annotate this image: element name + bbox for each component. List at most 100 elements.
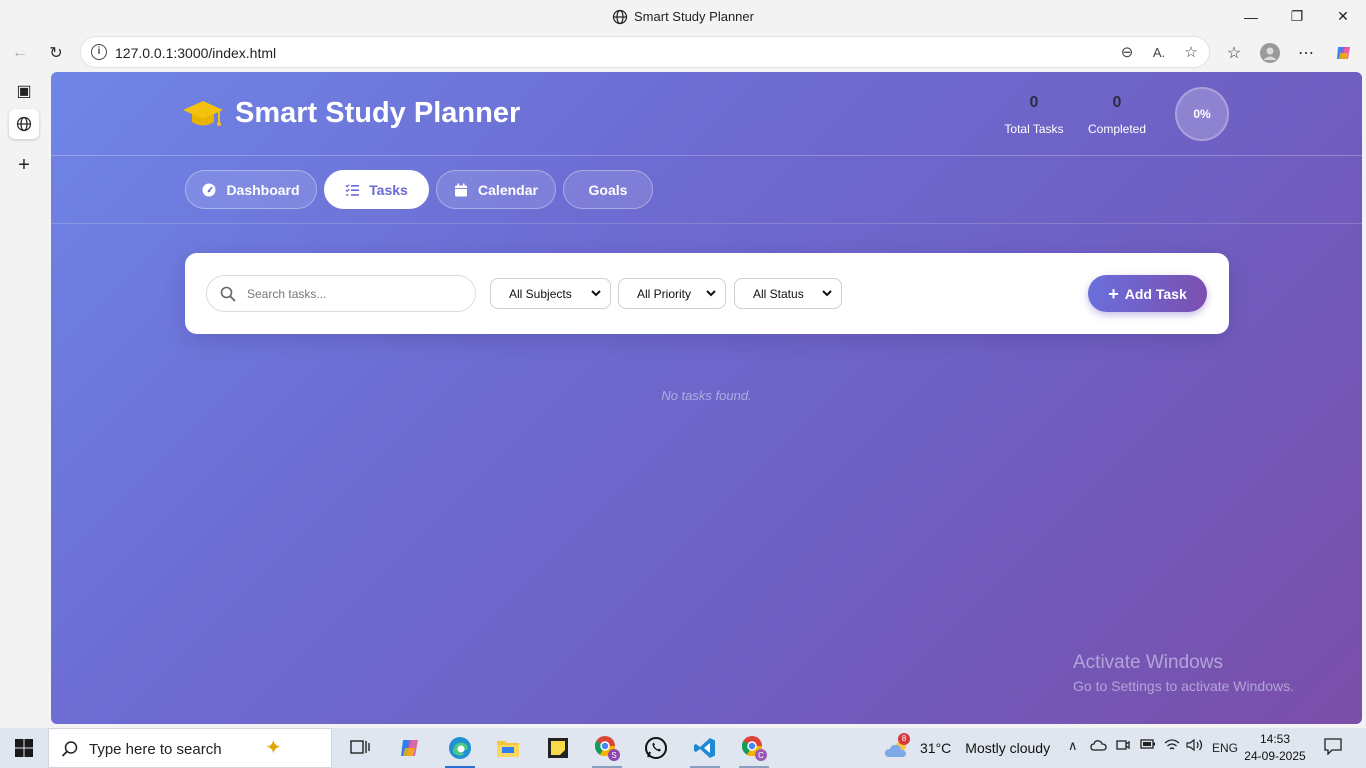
new-tab-icon[interactable]: + bbox=[9, 150, 39, 180]
more-menu-icon[interactable]: ⋯ bbox=[1292, 39, 1320, 67]
profile-avatar[interactable] bbox=[1256, 39, 1284, 67]
back-button[interactable]: ← bbox=[6, 39, 34, 67]
weather-condition: Mostly cloudy bbox=[965, 740, 1051, 756]
refresh-button[interactable]: ↻ bbox=[42, 39, 70, 67]
wifi-icon[interactable] bbox=[1164, 738, 1180, 755]
total-tasks-value: 0 bbox=[1029, 94, 1039, 111]
tab-tasks-label: Tasks bbox=[369, 181, 408, 198]
tab-calendar[interactable]: Calendar bbox=[436, 170, 556, 209]
tab-actions-icon[interactable]: ▣ bbox=[9, 76, 39, 106]
zoom-icon[interactable]: ⊖ bbox=[1117, 43, 1137, 63]
whatsapp-icon[interactable] bbox=[633, 728, 679, 768]
volume-icon[interactable] bbox=[1186, 738, 1204, 755]
window-title: Smart Study Planner bbox=[0, 9, 1366, 25]
subject-filter-value: All Subjects bbox=[509, 286, 572, 301]
onedrive-icon[interactable] bbox=[1090, 738, 1108, 755]
close-window-button[interactable]: ✕ bbox=[1320, 0, 1366, 33]
taskbar-search-placeholder: Type here to search bbox=[89, 741, 222, 758]
windows-activation-watermark: Activate Windows Go to Settings to activ… bbox=[1073, 652, 1294, 694]
subject-filter-select[interactable]: All Subjects bbox=[490, 278, 611, 309]
graduation-cap-icon bbox=[183, 101, 223, 126]
chevron-down-icon bbox=[591, 290, 601, 297]
main-nav: Dashboard Tasks Calendar Goals bbox=[51, 156, 1362, 224]
chrome-profile-c-icon[interactable]: C bbox=[731, 728, 777, 768]
notification-icon[interactable] bbox=[1324, 737, 1342, 758]
url-text[interactable]: 127.0.0.1:3000/index.html bbox=[115, 45, 276, 61]
chrome-profile-s-icon[interactable]: S bbox=[584, 728, 630, 768]
svg-text:C: C bbox=[758, 751, 764, 760]
calendar-icon bbox=[455, 183, 468, 196]
vscode-icon[interactable] bbox=[682, 728, 728, 768]
search-icon bbox=[220, 286, 236, 302]
add-task-label: Add Task bbox=[1124, 285, 1187, 302]
weather-badge: 8 bbox=[898, 733, 910, 745]
sparkle-icon: ✦ bbox=[265, 737, 282, 759]
taskbar-clock[interactable]: 14:53 24-09-2025 bbox=[1240, 731, 1310, 765]
battery-icon[interactable] bbox=[1140, 738, 1156, 753]
search-box[interactable] bbox=[206, 275, 476, 312]
sticky-notes-icon[interactable] bbox=[535, 728, 581, 768]
favorite-star-icon[interactable]: ☆ bbox=[1181, 43, 1201, 63]
watermark-title: Activate Windows bbox=[1073, 652, 1223, 673]
chevron-up-icon[interactable]: ∧ bbox=[1068, 738, 1078, 754]
copilot-taskbar-icon[interactable] bbox=[387, 728, 433, 768]
file-explorer-icon[interactable] bbox=[485, 728, 531, 768]
priority-filter-select[interactable]: All Priority bbox=[618, 278, 726, 309]
read-aloud-icon[interactable]: A. bbox=[1149, 43, 1169, 63]
gauge-icon bbox=[202, 183, 216, 196]
task-view-icon[interactable] bbox=[337, 728, 383, 768]
app-header: Smart Study Planner 0 Total Tasks 0 Comp… bbox=[51, 72, 1362, 156]
language-indicator[interactable]: ENG bbox=[1212, 741, 1238, 755]
completed-value: 0 bbox=[1112, 94, 1122, 111]
clock-date: 24-09-2025 bbox=[1244, 749, 1306, 763]
clock-time: 14:53 bbox=[1259, 732, 1291, 746]
windows-logo-icon bbox=[15, 739, 33, 757]
task-toolbar: All Subjects All Priority All Status + A… bbox=[185, 253, 1229, 334]
priority-filter-value: All Priority bbox=[637, 286, 692, 301]
watermark-subtitle: Go to Settings to activate Windows. bbox=[1073, 678, 1294, 694]
cloudy-weather-icon: 8 bbox=[884, 733, 912, 759]
copilot-icon[interactable] bbox=[1330, 39, 1358, 67]
progress-circle: 0% bbox=[1175, 87, 1229, 141]
svg-text:S: S bbox=[611, 751, 616, 760]
plus-icon: + bbox=[1108, 283, 1119, 304]
app-viewport: Smart Study Planner 0 Total Tasks 0 Comp… bbox=[51, 72, 1362, 724]
chevron-down-icon bbox=[706, 290, 716, 297]
site-info-icon[interactable]: i bbox=[91, 44, 107, 60]
tab-calendar-label: Calendar bbox=[478, 181, 538, 198]
browser-title-bar: Smart Study Planner — ❐ ✕ bbox=[0, 0, 1366, 33]
browser-toolbar: ← ↻ i 127.0.0.1:3000/index.html ⊖ A. ☆ ☆… bbox=[0, 33, 1366, 72]
empty-tasks-message: No tasks found. bbox=[661, 388, 752, 403]
tab-tasks[interactable]: Tasks bbox=[324, 170, 429, 209]
tab-dashboard-label: Dashboard bbox=[226, 181, 300, 198]
status-filter-value: All Status bbox=[753, 286, 804, 301]
tab-goals-label: Goals bbox=[588, 181, 628, 198]
taskbar-search[interactable]: Type here to search ✦ bbox=[48, 728, 332, 768]
total-tasks-stat: 0 Total Tasks bbox=[1001, 94, 1067, 136]
tab-globe-icon[interactable] bbox=[9, 109, 39, 139]
windows-taskbar: Type here to search ✦ S C 8 31°C Mostly … bbox=[0, 728, 1366, 768]
chevron-down-icon bbox=[822, 290, 832, 297]
search-icon bbox=[61, 741, 78, 757]
search-input[interactable] bbox=[247, 284, 462, 304]
tab-goals[interactable]: Goals bbox=[563, 170, 653, 209]
list-check-icon bbox=[345, 183, 360, 196]
start-button[interactable] bbox=[0, 728, 48, 768]
total-tasks-label: Total Tasks bbox=[1004, 122, 1064, 136]
favorites-icon[interactable]: ☆ bbox=[1220, 39, 1248, 67]
completed-label: Completed bbox=[1087, 122, 1147, 136]
add-task-button[interactable]: + Add Task bbox=[1088, 275, 1207, 312]
meet-now-icon[interactable] bbox=[1116, 738, 1130, 755]
address-bar[interactable]: i 127.0.0.1:3000/index.html ⊖ A. ☆ bbox=[80, 36, 1210, 68]
weather-temp: 31°C bbox=[920, 740, 952, 756]
browser-sidebar: ▣ + bbox=[0, 72, 50, 728]
minimize-button[interactable]: — bbox=[1228, 0, 1274, 33]
completed-stat: 0 Completed bbox=[1085, 94, 1149, 136]
weather-widget[interactable]: 8 31°C Mostly cloudy bbox=[884, 733, 1051, 760]
status-filter-select[interactable]: All Status bbox=[734, 278, 842, 309]
edge-taskbar-icon[interactable] bbox=[437, 728, 483, 768]
window-title-text: Smart Study Planner bbox=[634, 9, 754, 24]
tab-dashboard[interactable]: Dashboard bbox=[185, 170, 317, 209]
globe-icon bbox=[612, 9, 628, 25]
restore-button[interactable]: ❐ bbox=[1274, 0, 1320, 33]
